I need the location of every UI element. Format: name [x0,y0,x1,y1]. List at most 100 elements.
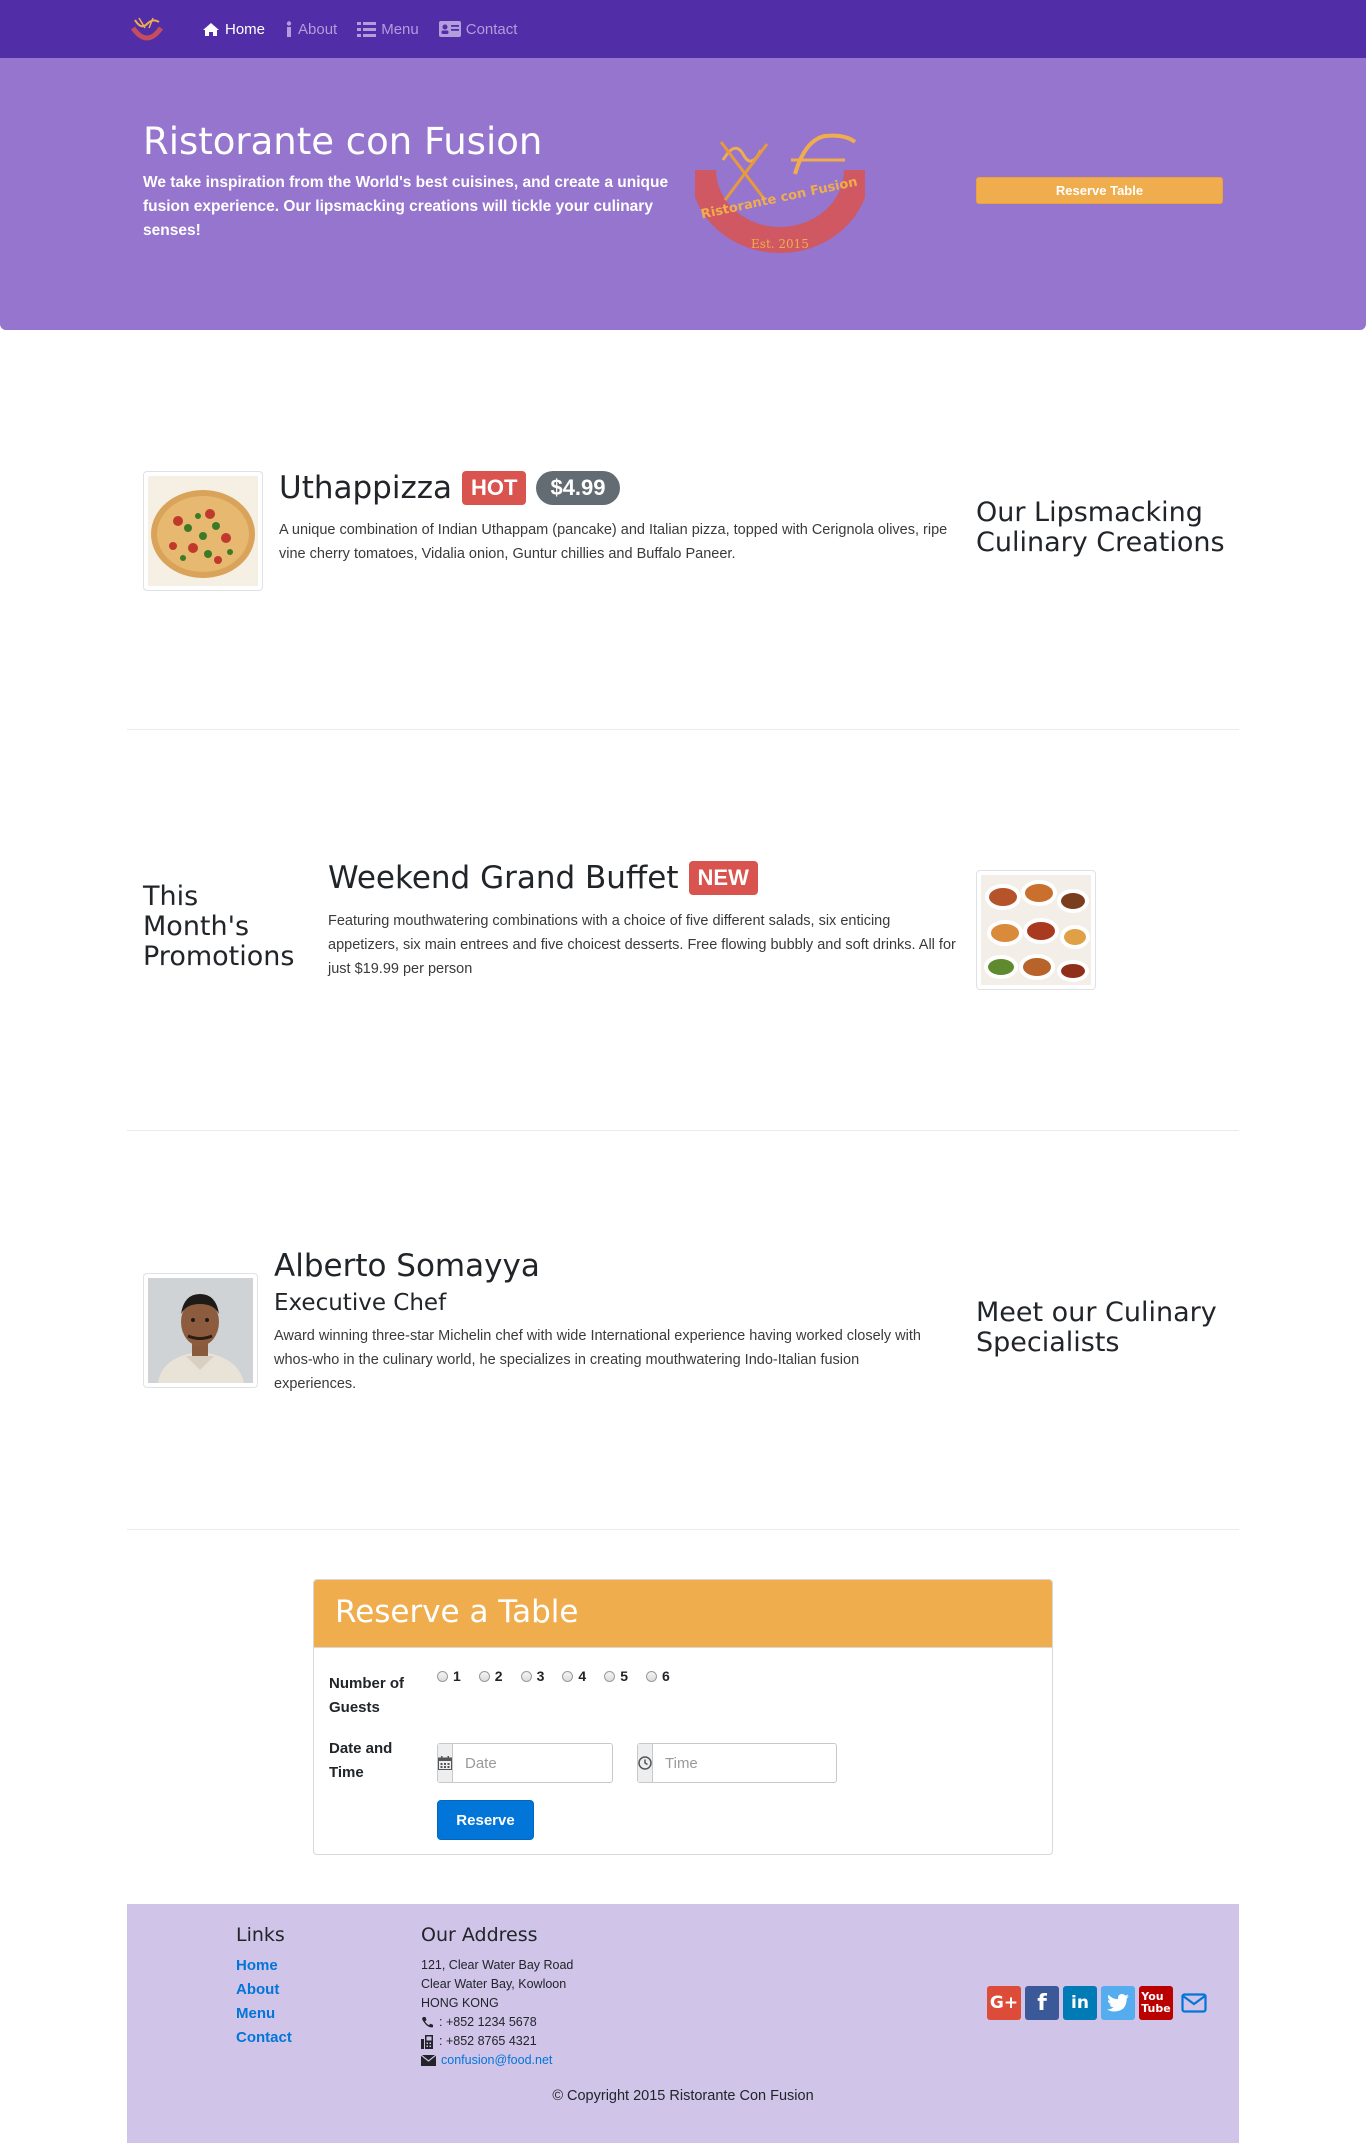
address-line: Clear Water Bay, Kowloon [421,1977,567,1991]
nav-about[interactable]: About [285,21,337,38]
radio-circle[interactable] [478,1670,490,1682]
time-input[interactable] [653,1744,876,1782]
leader-title: Alberto Somayya [274,1248,540,1284]
nav-contact-label: Contact [465,20,518,38]
footer-links: Home About Menu Contact [236,1956,292,2047]
promotion-side-heading: This Month's Promotions [143,881,295,972]
nav-home-label: Home [225,20,266,38]
uthappizza-image [143,471,263,591]
buffet-image [976,870,1096,990]
footer-link-menu[interactable]: Menu [236,2004,292,2023]
guest-option-label: 5 [620,1668,628,1684]
reserve-card-header: Reserve a Table [314,1580,1052,1648]
radio-circle[interactable] [604,1670,616,1682]
nav-about-label: About [298,20,338,38]
date-input-group [437,1743,676,1783]
address-line: HONG KONG [421,1996,499,2010]
facebook-icon[interactable]: f [1025,1986,1059,2020]
nav-menu[interactable]: Menu [357,21,419,38]
phone-icon [422,2017,433,2028]
fax-line: : +852 8765 4321 [421,2032,573,2051]
footer-links-heading: Links [236,1924,285,1946]
info-icon [286,21,292,37]
guest-option-label: 4 [578,1668,587,1684]
google-plus-icon[interactable]: G+ [987,1986,1021,2020]
divider [127,1529,1239,1530]
jumbotron-title: Ristorante con Fusion [143,120,543,163]
home-icon [203,22,219,36]
jumbotron: Ristorante con Fusion We take inspiratio… [0,58,1366,330]
dish-title: Uthappizza HOT $4.99 [279,470,620,506]
clock-icon [638,1744,653,1782]
leader-description: Award winning three-star Michelin chef w… [274,1328,921,1392]
phone-number: : +852 1234 5678 [439,2015,537,2029]
promotion-title: Weekend Grand Buffet NEW [328,860,758,896]
promotion-name: Weekend Grand Buffet [328,860,679,896]
chef-photo [143,1273,258,1388]
nav-menu-label: Menu [381,20,419,38]
navbar: Home About Menu Contact [0,0,1366,58]
calendar-icon [438,1744,453,1782]
guest-option-label: 1 [453,1668,461,1684]
footer-address-heading: Our Address [421,1924,538,1946]
phone-line: : +852 1234 5678 [421,2013,573,2032]
radio-circle[interactable] [520,1670,532,1682]
radio-circle[interactable] [437,1670,448,1682]
youtube-icon[interactable]: You Tube [1139,1986,1173,2020]
email-line: confusion@food.net [421,2051,573,2070]
guest-radio-2[interactable]: 2 [478,1668,503,1684]
promotion-description: Featuring mouthwatering combinations wit… [328,913,956,977]
guest-option-label: 3 [536,1668,545,1684]
dish-description: A unique combination of Indian Uthappam … [279,522,948,562]
guest-radio-4[interactable]: 4 [562,1668,586,1684]
leader-name: Alberto Somayya [274,1248,540,1284]
guest-option-label: 2 [494,1668,503,1684]
reserve-submit-button[interactable]: Reserve [437,1800,534,1840]
fax-number: : +852 8765 4321 [439,2034,537,2048]
linkedin-icon[interactable]: in [1063,1986,1097,2020]
nav-contact[interactable]: Contact [438,20,518,38]
time-input-group [637,1743,876,1783]
logo-est: Est. 2015 [751,237,809,251]
guest-radio-1[interactable]: 1 [437,1668,461,1684]
reserve-card-title: Reserve a Table [335,1594,579,1630]
divider [127,729,1239,730]
jumbotron-text: We take inspiration from the World's bes… [143,174,669,239]
reserve-table-button[interactable]: Reserve Table [976,177,1223,204]
guests-radio-group: 1 2 3 4 5 6 [437,1668,670,1684]
footer-link-contact[interactable]: Contact [236,2028,292,2047]
footer-link-home[interactable]: Home [236,1956,292,1975]
datetime-label: Date and Time [329,1740,393,1781]
new-badge: NEW [688,861,758,895]
leader-side-heading: Meet our Culinary Specialists [976,1297,1217,1358]
guest-radio-6[interactable]: 6 [645,1668,670,1684]
envelope-icon [421,2055,436,2066]
address-line: 121, Clear Water Bay Road [421,1958,574,1972]
twitter-icon[interactable] [1101,1986,1135,2020]
restaurant-logo: Ristorante con Fusion Est. 2015 [690,130,870,255]
footer-link-about[interactable]: About [236,1980,292,1999]
dish-name: Uthappizza [279,470,452,506]
leader-designation: Executive Chef [274,1290,447,1316]
email-link[interactable]: confusion@food.net [441,2051,552,2070]
footer: Links Home About Menu Contact Our Addres… [127,1904,1239,2143]
dish-side-heading: Our Lipsmacking Culinary Creations [976,497,1225,558]
hot-badge: HOT [462,471,527,505]
footer-address: 121, Clear Water Bay Road Clear Water Ba… [421,1956,573,2070]
radio-circle[interactable] [645,1670,657,1682]
price-badge: $4.99 [536,471,620,505]
guest-option-label: 6 [661,1668,670,1684]
address-card-icon [438,21,461,37]
social-links: G+ f in You Tube [987,1986,1211,2020]
guests-label: Number of Guests [329,1675,404,1716]
radio-circle[interactable] [562,1670,574,1682]
fax-icon [421,2034,433,2049]
mail-icon[interactable] [1177,1986,1211,2020]
guest-radio-5[interactable]: 5 [604,1668,628,1684]
brand-logo[interactable] [127,14,167,46]
divider [127,1130,1239,1131]
guest-radio-3[interactable]: 3 [520,1668,545,1684]
nav-home[interactable]: Home [202,21,265,38]
reserve-card: Reserve a Table Number of Guests 1 2 3 4… [313,1579,1053,1855]
list-icon [357,21,377,37]
